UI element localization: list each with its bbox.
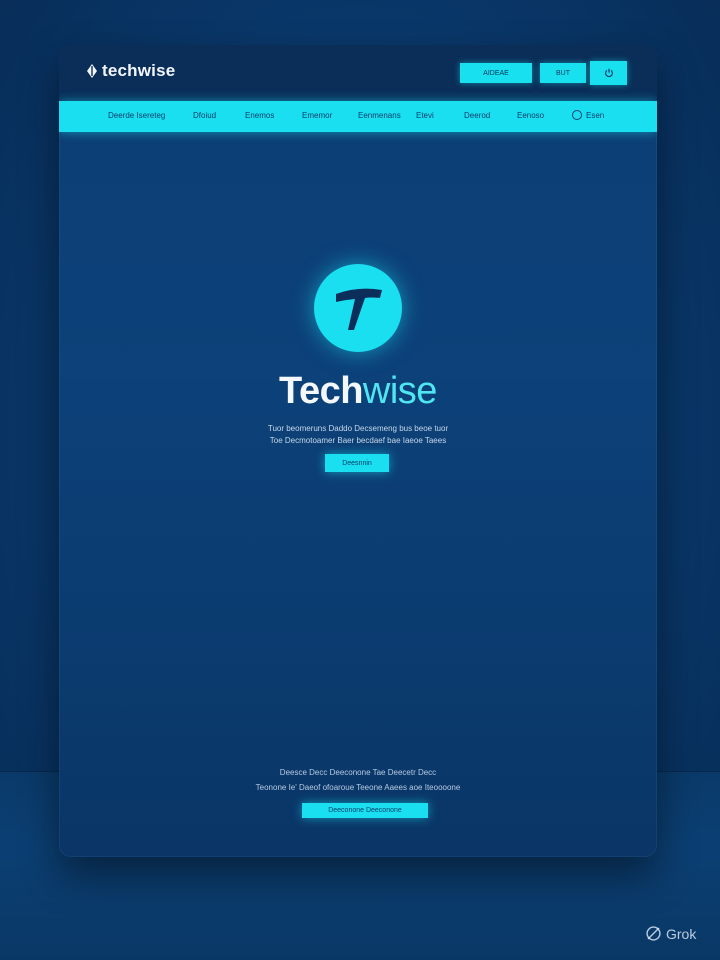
nav-item-5[interactable]: Eenmenans [358, 111, 401, 120]
grok-watermark: Grok [645, 925, 696, 942]
nav-item-8[interactable]: Eenoso [517, 111, 544, 120]
hero-tagline-1: Tuor beomeruns Daddo Decsemeng bus beoe … [267, 424, 449, 433]
footer-text-2: Teonone Ie' Daeof ofoaroue Teeone Aaees … [255, 783, 461, 792]
grok-icon [646, 926, 661, 941]
t-logo-icon [336, 288, 382, 330]
nav-item-3[interactable]: Enemos [245, 111, 274, 120]
nav-item-9[interactable]: Esen [586, 111, 604, 120]
brand-logo[interactable]: techwise [85, 61, 175, 81]
hero-title-strong: Tech [279, 370, 363, 412]
hero-tagline-2: Toe Decmotoamer Baer becdaef bae Iaeoe T… [269, 436, 447, 445]
power-icon [604, 68, 613, 78]
header-power-button[interactable] [590, 61, 627, 85]
hero-title-accent: wise [362, 370, 438, 412]
browser-window: techwise AIDEAE BUT Deerde Isereteg Dfoi… [59, 45, 657, 857]
nav-item-6[interactable]: Etevi [416, 111, 434, 120]
nav-item-4[interactable]: Ememor [302, 111, 332, 120]
brand-name: techwise [102, 61, 176, 80]
nav-item-1[interactable]: Deerde Isereteg [108, 111, 165, 120]
circle-icon [572, 110, 582, 120]
watermark-label: Grok [666, 925, 697, 942]
diamond-leaf-icon [87, 64, 97, 78]
header-button-secondary[interactable]: BUT [540, 63, 586, 83]
main-nav: Deerde Isereteg Dfoiud Enemos Ememor Een… [59, 101, 657, 132]
hero-logo [314, 264, 402, 352]
site-header: techwise AIDEAE BUT [59, 45, 657, 101]
footer-cta-button[interactable]: Deeconone Deeconone [302, 803, 428, 818]
header-button-primary[interactable]: AIDEAE [460, 63, 532, 83]
hero-title: Techwise [59, 370, 657, 413]
footer-text-1: Deesce Decc Deeconone Tae Deecetr Decc [279, 768, 437, 777]
nav-item-7[interactable]: Deerod [464, 111, 490, 120]
nav-item-2[interactable]: Dfoiud [193, 111, 216, 120]
hero-cta-button[interactable]: Deesnnin [325, 454, 389, 472]
